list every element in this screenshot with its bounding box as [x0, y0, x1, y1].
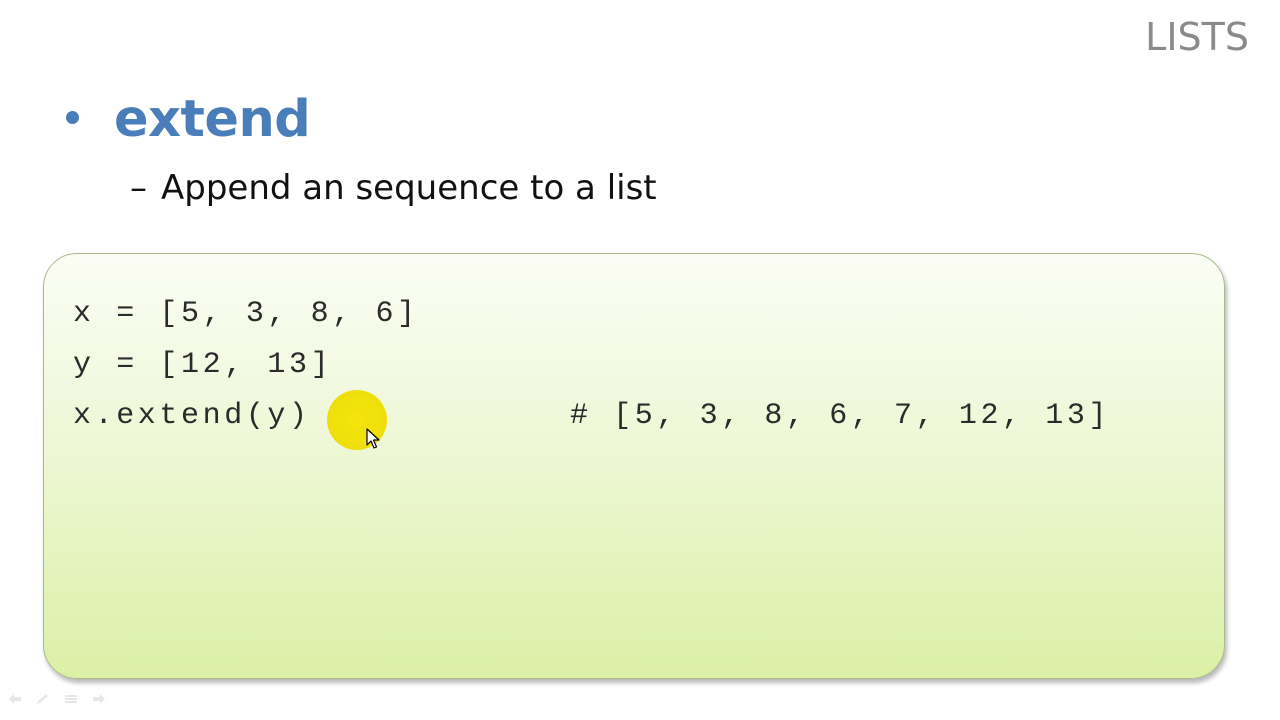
slideshow-controls[interactable]: [6, 692, 108, 706]
menu-icon[interactable]: [62, 692, 80, 706]
code-line-2: y = [12, 13]: [73, 348, 333, 382]
sub-bullet-text: Append an sequence to a list: [161, 168, 657, 208]
mouse-pointer-icon: [366, 428, 380, 449]
sub-bullet-marker: –: [130, 168, 147, 208]
arrow-left-icon[interactable]: [6, 692, 24, 706]
sub-bullet-item: – Append an sequence to a list: [130, 164, 657, 212]
arrow-right-icon[interactable]: [90, 692, 108, 706]
pen-icon[interactable]: [34, 692, 52, 706]
slide: LISTS extend – Append an sequence to a l…: [0, 0, 1280, 720]
code-line-3: x.extend(y): [73, 399, 311, 433]
code-line-1: x = [5, 3, 8, 6]: [73, 297, 419, 331]
bullet-dot-icon: [66, 110, 79, 124]
bullet-heading: extend: [114, 89, 311, 149]
code-comment: # [5, 3, 8, 6, 7, 12, 13]: [570, 399, 1111, 433]
bullet-item: extend: [66, 86, 311, 152]
slide-title: LISTS: [1145, 15, 1249, 59]
